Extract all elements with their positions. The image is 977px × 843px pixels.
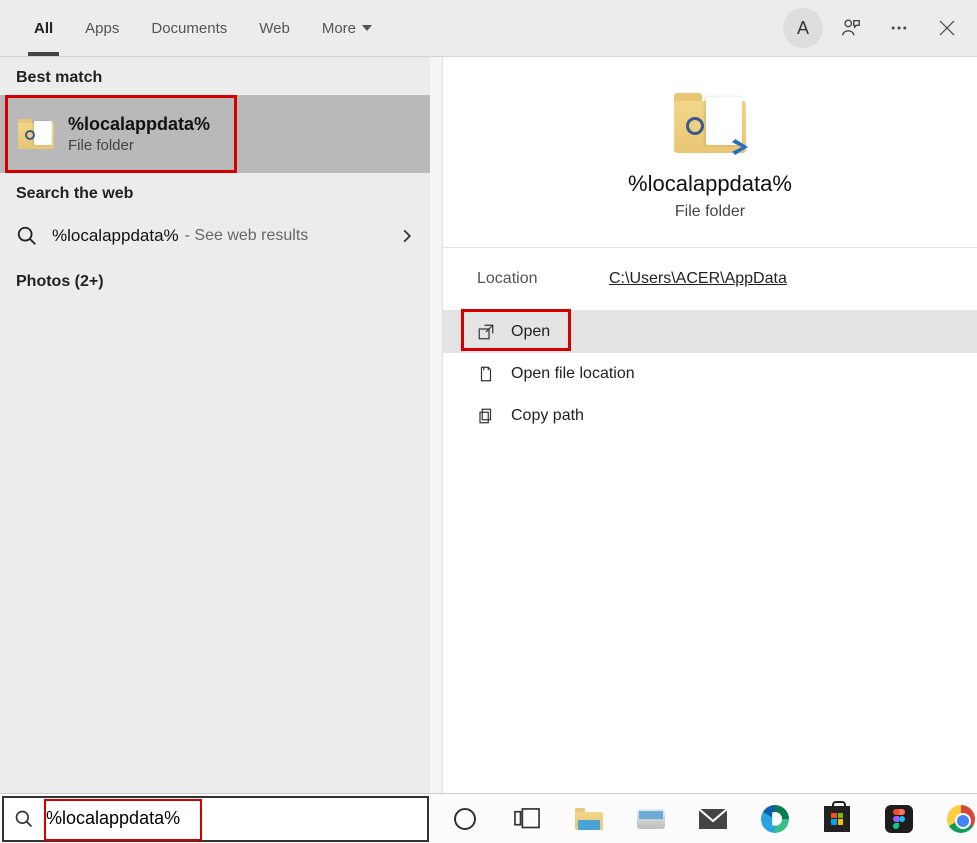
file-location-icon [477,365,495,383]
detail-header: %localappdata% File folder [443,57,977,248]
copy-icon [477,407,495,425]
location-label: Location [477,270,609,288]
tab-more-label: More [322,20,356,37]
main-area: Best match %localappdata% File folder Se… [0,57,977,793]
action-open[interactable]: Open [443,311,977,353]
cortana-icon [454,808,476,830]
web-result-suffix: - See web results [185,227,309,245]
best-match-heading: Best match [0,57,430,95]
search-icon [16,225,38,247]
detail-column: %localappdata% File folder Location C:\U… [442,57,977,793]
folder-icon [18,119,54,149]
avatar-letter: A [783,8,823,48]
figma-icon [885,805,913,833]
figma-button[interactable] [883,803,915,835]
edge-icon [761,805,789,833]
taskbar-search-box[interactable] [2,796,429,842]
detail-subtitle: File folder [675,203,745,221]
chrome-icon [947,805,975,833]
photos-heading[interactable]: Photos (2+) [0,261,430,299]
tab-documents[interactable]: Documents [135,0,243,56]
search-web-heading: Search the web [0,173,430,211]
chevron-down-icon [362,25,372,31]
web-result-query: %localappdata% [52,226,179,246]
mail-icon [699,805,727,833]
tab-more[interactable]: More [306,0,388,56]
tab-all[interactable]: All [18,0,69,56]
action-copy-path[interactable]: Copy path [443,395,977,437]
feedback-button[interactable] [827,4,875,52]
results-column: Best match %localappdata% File folder Se… [0,57,430,793]
best-match-title: %localappdata% [68,114,210,135]
more-options-button[interactable] [875,4,923,52]
filter-tabs: All Apps Documents Web More [18,0,388,56]
onscreen-keyboard-button[interactable] [635,803,667,835]
store-icon [824,806,850,832]
mail-button[interactable] [697,803,729,835]
ellipsis-icon [889,18,909,38]
file-explorer-icon [575,808,603,830]
keyboard-icon [637,809,665,829]
chrome-button[interactable] [945,803,977,835]
taskbar [0,793,977,843]
best-match-subtitle: File folder [68,137,210,154]
tab-apps[interactable]: Apps [69,0,135,56]
task-view-icon [514,808,540,828]
detail-title: %localappdata% [628,171,792,197]
search-header: All Apps Documents Web More A [0,0,977,57]
action-open-file-location[interactable]: Open file location [443,353,977,395]
task-view-button[interactable] [511,803,543,835]
taskbar-pinned-apps [449,803,977,835]
close-button[interactable] [923,4,971,52]
chevron-right-icon [400,229,414,243]
folder-icon-large [674,93,746,153]
open-icon [477,323,495,341]
location-row: Location C:\Users\ACER\AppData [443,248,977,311]
tab-web[interactable]: Web [243,0,306,56]
cortana-button[interactable] [449,803,481,835]
search-icon [14,809,34,829]
best-match-text: %localappdata% File folder [68,114,210,154]
action-copy-path-label: Copy path [511,407,584,425]
action-open-label: Open [511,323,550,341]
account-avatar[interactable]: A [779,4,827,52]
close-icon [939,20,955,36]
header-right-controls: A [779,4,977,52]
feedback-icon [840,17,862,39]
web-result-row[interactable]: %localappdata% - See web results [0,211,430,261]
search-input[interactable] [46,808,366,829]
best-match-result[interactable]: %localappdata% File folder [0,95,430,173]
file-explorer-button[interactable] [573,803,605,835]
location-path[interactable]: C:\Users\ACER\AppData [609,270,787,288]
action-open-location-label: Open file location [511,365,635,383]
microsoft-store-button[interactable] [821,803,853,835]
edge-button[interactable] [759,803,791,835]
